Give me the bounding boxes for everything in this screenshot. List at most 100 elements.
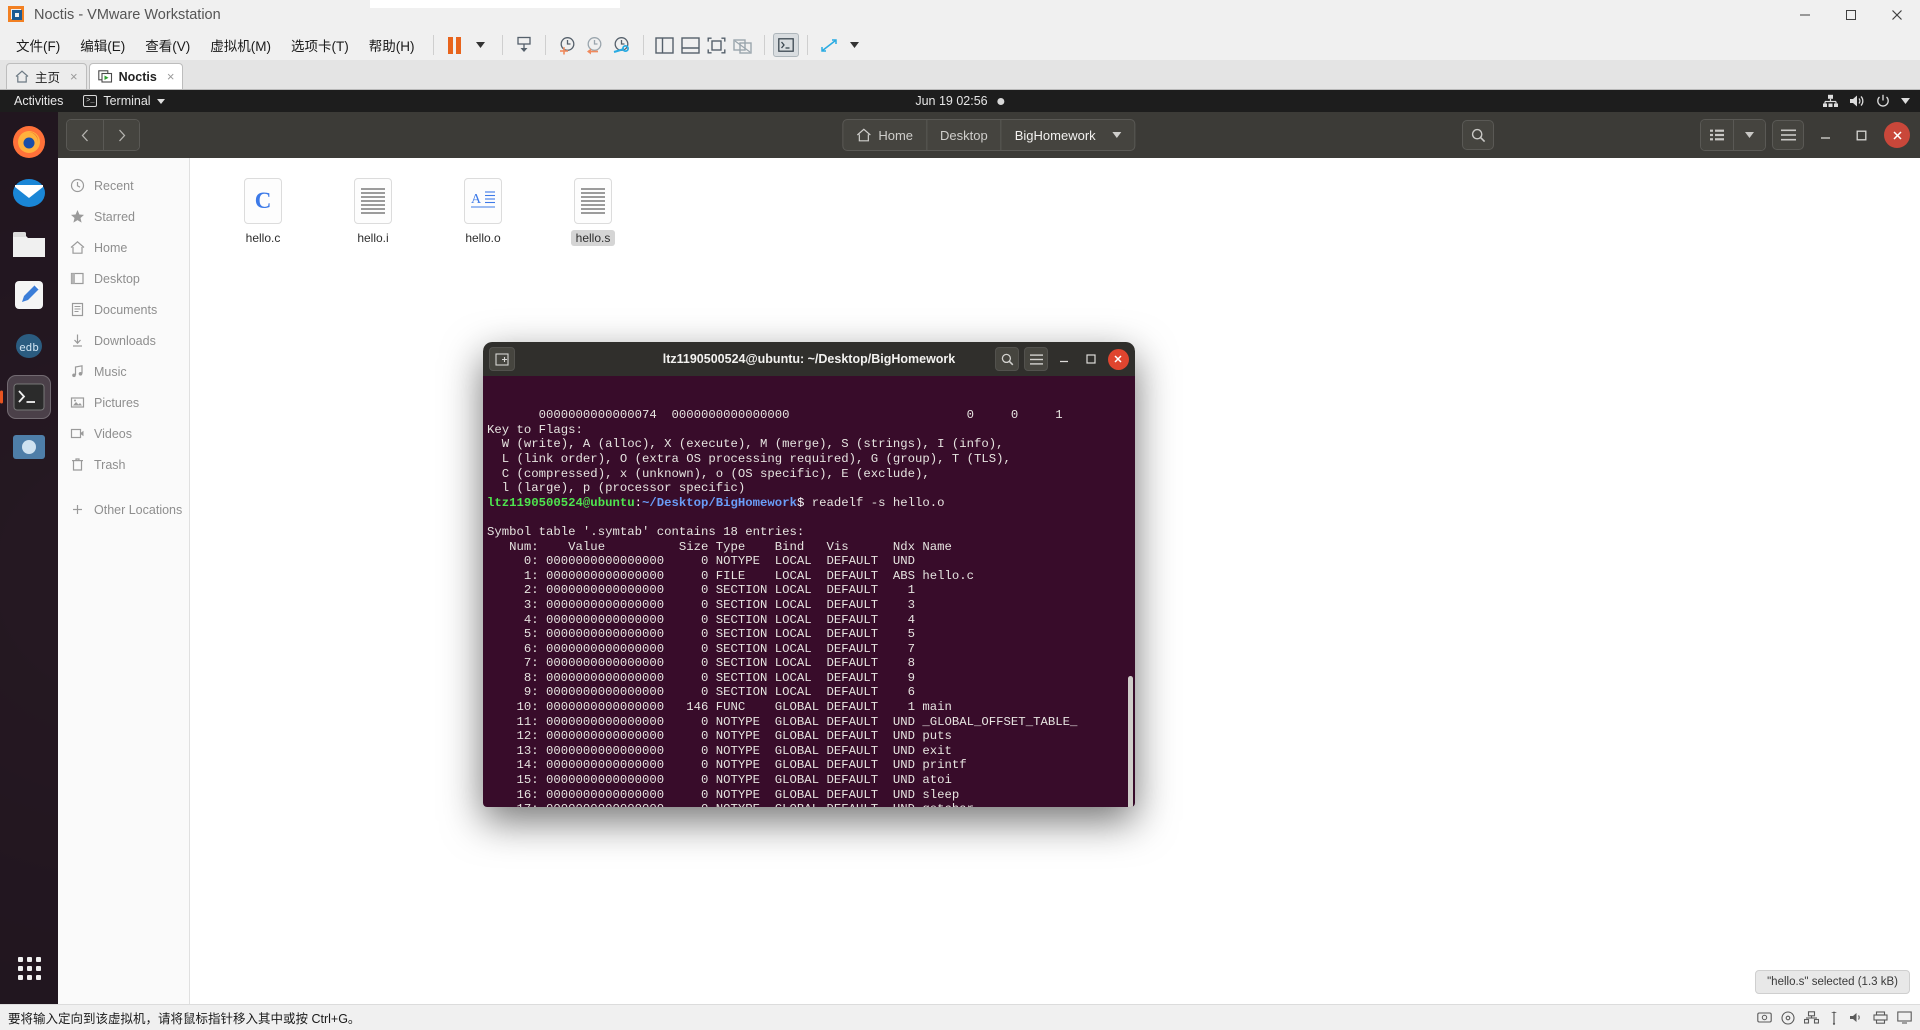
menu-tabs[interactable]: 选项卡(T) [281, 31, 359, 59]
c-source-file-icon: C [244, 178, 282, 224]
power-dropdown-button[interactable] [468, 32, 494, 58]
files-minimize-button[interactable] [1810, 120, 1840, 150]
toolbar-divider-2 [501, 35, 503, 55]
menu-vm[interactable]: 虚拟机(M) [200, 31, 281, 59]
printer-icon[interactable] [1873, 1011, 1888, 1024]
breadcrumb-bighomework[interactable]: BigHomework [1000, 120, 1135, 150]
app-menu-terminal[interactable]: >_ Terminal [75, 94, 172, 108]
grid-icon [17, 956, 41, 980]
terminal-output[interactable]: 0000000000000074 0000000000000000 0 0 1K… [483, 376, 1135, 807]
dock-item-thunderbird[interactable] [7, 171, 51, 215]
back-button[interactable] [67, 120, 103, 150]
menu-file[interactable]: 文件(F) [6, 31, 70, 59]
stretch-dropdown-button[interactable] [842, 32, 868, 58]
breadcrumb-desktop-label: Desktop [940, 127, 988, 143]
terminal-menu-button[interactable] [1024, 347, 1048, 371]
show-bottom-panel-button[interactable] [678, 32, 704, 58]
guest-screen[interactable]: Activities >_ Terminal Jun 19 02:56 edb … [0, 90, 1920, 1004]
usb-icon[interactable] [1828, 1011, 1840, 1025]
tab-home[interactable]: 主页 × [6, 63, 87, 89]
clock-menu[interactable]: Jun 19 02:56 [915, 94, 1005, 108]
maximize-button[interactable] [1828, 0, 1874, 30]
network-icon[interactable] [1804, 1011, 1819, 1024]
main-menu-button[interactable] [1772, 120, 1804, 150]
terminal-title: ltz1190500524@ubuntu: ~/Desktop/BigHomew… [662, 352, 956, 366]
view-options-button[interactable] [1733, 120, 1765, 150]
sound-icon[interactable] [1849, 1011, 1864, 1024]
send-key-icon [516, 36, 531, 52]
activities-button[interactable]: Activities [0, 94, 75, 108]
dock-item-files[interactable] [7, 222, 51, 266]
tab-noctis[interactable]: Noctis × [88, 63, 184, 89]
view-list-button[interactable] [1701, 120, 1733, 150]
system-status-area[interactable] [1823, 94, 1920, 108]
sidebar-item-pictures[interactable]: Pictures [58, 387, 189, 418]
tab-home-close-icon[interactable]: × [70, 69, 78, 84]
snapshot-revert-icon [586, 36, 601, 54]
terminal-line: 1: 0000000000000000 0 FILE LOCAL DEFAULT… [487, 568, 975, 583]
sidebar-label: Other Locations [94, 502, 183, 517]
dock-item-help[interactable] [7, 426, 51, 470]
terminal-close-button[interactable] [1107, 348, 1129, 370]
cd-dvd-icon[interactable] [1781, 1010, 1795, 1025]
display-icon[interactable] [1897, 1011, 1912, 1024]
new-tab-button[interactable] [489, 347, 515, 371]
forward-button[interactable] [103, 120, 139, 150]
dock-item-text-editor[interactable] [7, 273, 51, 317]
file-item-hello-c[interactable]: C hello.c [208, 174, 318, 246]
dock-item-edb[interactable]: edb [7, 324, 51, 368]
sidebar-item-music[interactable]: Music [58, 356, 189, 387]
sidebar-label: Starred [94, 209, 135, 224]
manage-snapshots-button[interactable] [608, 32, 635, 58]
unity-mode-button[interactable] [730, 32, 756, 58]
sidebar-item-other-locations[interactable]: Other Locations [58, 494, 189, 525]
breadcrumb-home[interactable]: Home [843, 120, 926, 150]
search-button[interactable] [1462, 120, 1494, 150]
menu-view[interactable]: 查看(V) [135, 31, 200, 59]
stretch-view-button[interactable] [816, 32, 842, 58]
sidebar-item-documents[interactable]: Documents [58, 294, 189, 325]
dock-item-terminal[interactable] [7, 375, 51, 419]
toolbar-divider-6 [806, 35, 808, 55]
terminal-minimize-button[interactable] [1053, 348, 1075, 370]
fullscreen-button[interactable] [704, 32, 730, 58]
file-item-hello-o[interactable]: A hello.o [428, 174, 538, 246]
sidebar-label: Desktop [94, 271, 140, 286]
terminal-maximize-button[interactable] [1080, 348, 1102, 370]
hamburger-menu-icon [1029, 353, 1043, 365]
menu-edit[interactable]: 编辑(E) [70, 31, 135, 59]
file-item-hello-s[interactable]: hello.s [538, 174, 648, 246]
file-item-hello-i[interactable]: hello.i [318, 174, 428, 246]
close-button[interactable] [1874, 0, 1920, 30]
sidebar-item-recent[interactable]: Recent [58, 170, 189, 201]
menu-help[interactable]: 帮助(H) [359, 31, 425, 59]
hard-disk-icon[interactable] [1757, 1011, 1772, 1024]
breadcrumb-desktop[interactable]: Desktop [926, 120, 1001, 150]
suspend-button[interactable] [442, 32, 468, 58]
view-mode-group [1700, 119, 1766, 151]
terminal-scrollbar[interactable] [1128, 676, 1133, 807]
show-applications-button[interactable] [7, 946, 51, 990]
terminal-search-button[interactable] [995, 347, 1019, 371]
sidebar-item-desktop[interactable]: Desktop [58, 263, 189, 294]
files-close-button[interactable] [1882, 120, 1912, 150]
revert-snapshot-button[interactable] [581, 32, 608, 58]
terminal-line: Key to Flags: [487, 422, 583, 437]
take-snapshot-button[interactable] [554, 32, 581, 58]
snapshot-manage-icon [613, 36, 629, 53]
ubuntu-desktop[interactable]: edb Home Desktop BigHomework Recent Star… [0, 112, 1920, 1004]
files-maximize-button[interactable] [1846, 120, 1876, 150]
sidebar-item-downloads[interactable]: Downloads [58, 325, 189, 356]
dock-item-firefox[interactable] [7, 120, 51, 164]
terminal-line: Symbol table '.symtab' contains 18 entri… [487, 524, 805, 539]
send-ctrl-alt-del-button[interactable] [511, 32, 537, 58]
tab-noctis-close-icon[interactable]: × [167, 69, 175, 84]
sidebar-item-starred[interactable]: Starred [58, 201, 189, 232]
console-view-button[interactable] [772, 33, 799, 57]
sidebar-item-videos[interactable]: Videos [58, 418, 189, 449]
sidebar-item-trash[interactable]: Trash [58, 449, 189, 480]
show-sidebar-button[interactable] [652, 32, 678, 58]
statusbar-message: 要将输入定向到该虚拟机，请将鼠标指针移入其中或按 Ctrl+G。 [8, 1012, 361, 1026]
minimize-button[interactable] [1782, 0, 1828, 30]
sidebar-item-home[interactable]: Home [58, 232, 189, 263]
